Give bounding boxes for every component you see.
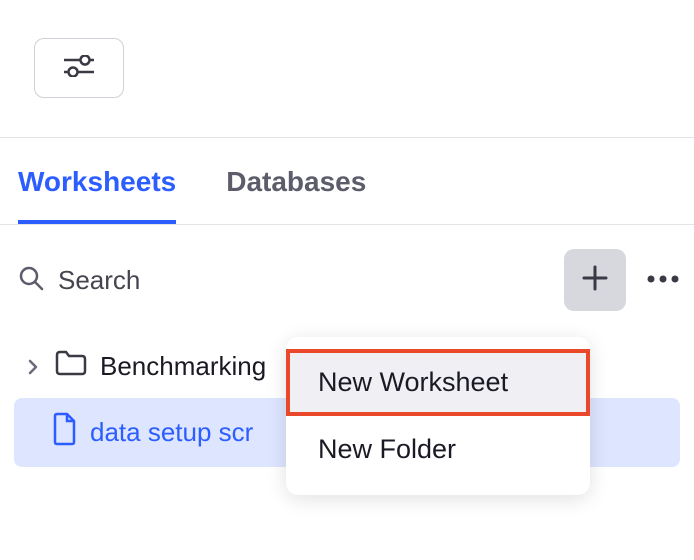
search-placeholder: Search — [58, 265, 140, 296]
menu-item-new-worksheet[interactable]: New Worksheet — [286, 349, 590, 416]
filter-settings-button[interactable] — [34, 38, 124, 98]
folder-icon — [54, 349, 88, 384]
action-buttons — [564, 249, 680, 311]
tab-databases[interactable]: Databases — [226, 166, 366, 224]
search-input[interactable]: Search — [18, 265, 550, 296]
menu-item-new-folder[interactable]: New Folder — [286, 416, 590, 483]
sliders-icon — [64, 55, 94, 82]
search-icon — [18, 265, 44, 296]
tabs: Worksheets Databases — [0, 138, 694, 225]
file-icon — [50, 412, 78, 453]
chevron-right-icon — [24, 358, 42, 376]
top-bar — [0, 0, 694, 138]
plus-icon — [581, 264, 609, 297]
ellipsis-icon — [646, 271, 680, 288]
search-row: Search — [14, 233, 680, 327]
more-button[interactable] — [646, 271, 680, 289]
add-button[interactable] — [564, 249, 626, 311]
tree-item-label: data setup scr — [90, 417, 253, 448]
tab-worksheets[interactable]: Worksheets — [18, 166, 176, 224]
tree-item-label: Benchmarking — [100, 351, 266, 382]
add-dropdown-menu: New Worksheet New Folder — [286, 337, 590, 495]
